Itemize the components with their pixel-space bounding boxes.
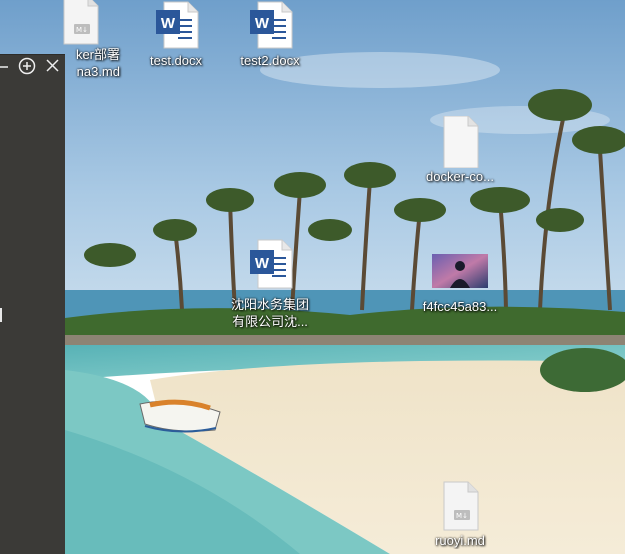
svg-text:W: W [161,15,176,32]
image-thumbnail-icon [432,250,488,302]
desktop-icon-test-docx[interactable]: W test.docx [128,0,224,69]
desktop-icon-label: test2.docx [240,53,300,68]
word-document-icon: W [244,238,296,290]
side-panel [0,54,65,554]
blank-file-icon [434,115,486,169]
close-icon [46,59,59,72]
desktop-icon-label: test.docx [149,53,203,68]
svg-text:W: W [255,255,270,272]
markdown-file-icon: M↓ [434,480,486,532]
desktop-icon-label: 沈阳水务集团 [230,297,309,312]
svg-text:M↓: M↓ [76,26,88,34]
svg-text:M↓: M↓ [456,512,468,520]
desktop-icon-test2-docx[interactable]: W test2.docx [222,0,318,69]
desktop-icon-label: ruoyi.md [435,533,485,548]
minimize-button[interactable] [0,57,14,75]
desktop-icon-docker-co[interactable]: docker-co... [412,115,508,185]
panel-marker [0,308,2,322]
desktop-icon-label-line2: 有限公司沈... [232,314,308,329]
desktop-icon-f4fcc[interactable]: f4fcc45a83... [412,250,508,315]
add-button[interactable] [18,57,36,75]
desktop-icon-label: docker-co... [426,169,494,184]
markdown-file-icon: M↓ [54,0,106,46]
plus-circle-icon [18,57,36,75]
desktop-icon-ruoyi[interactable]: M↓ ruoyi.md [412,480,508,549]
svg-text:W: W [255,15,270,32]
close-button[interactable] [44,57,62,75]
word-document-icon: W [150,0,202,52]
desktop-icon-shenyang[interactable]: W 沈阳水务集团 有限公司沈... [222,238,318,330]
word-document-icon: W [244,0,296,52]
desktop: M↓ ker部署 na3.md W test.docx W test2.docx… [0,0,625,554]
